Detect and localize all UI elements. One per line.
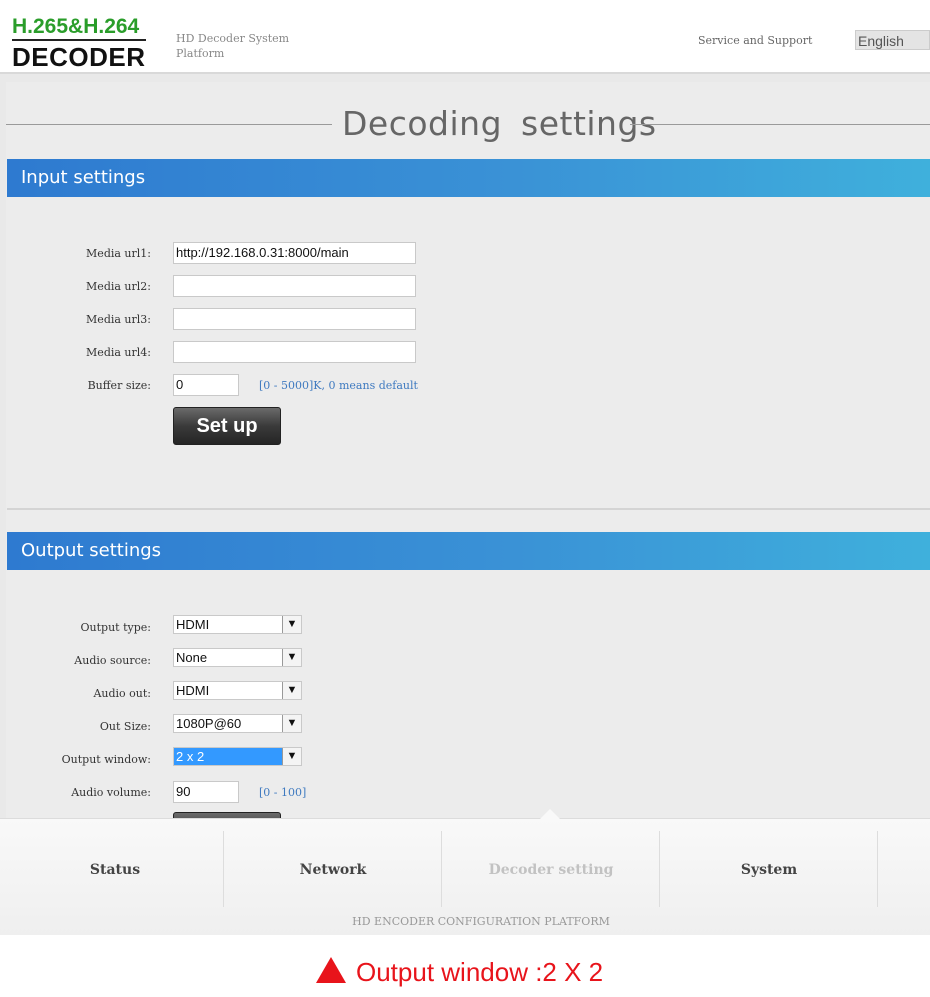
page-title-bar: Decoding settings (6, 102, 930, 143)
audio-source-select[interactable]: None ▼ (173, 648, 302, 667)
language-select[interactable]: English (855, 30, 930, 50)
logo-bottom: DECODER (12, 42, 146, 72)
audio-volume-hint: [0 - 100] (259, 786, 307, 799)
title-rule-right (630, 124, 930, 125)
buffer-size-input[interactable]: 0 (173, 374, 239, 396)
nav-separator (877, 831, 878, 907)
title-rule-left (6, 124, 332, 125)
output-settings-header: Output settings (7, 532, 930, 577)
output-window-select[interactable]: 2 x 2 ▼ (173, 747, 302, 766)
output-type-value: HDMI (176, 617, 210, 632)
logo-top: H.265&H.264 (12, 15, 140, 38)
nav-system[interactable]: System (660, 833, 878, 907)
output-window-value: 2 x 2 (174, 748, 284, 765)
output-window-label: Output window: (61, 753, 151, 766)
footer-text: HD ENCODER CONFIGURATION PLATFORM (352, 915, 610, 928)
service-support-link[interactable]: Service and Support (698, 34, 812, 47)
out-size-value: 1080P@60 (176, 716, 242, 731)
logo-divider (12, 39, 146, 41)
platform-line2: Platform (176, 47, 225, 60)
media-url1-input[interactable]: http://192.168.0.31:8000/main (173, 242, 416, 264)
output-type-label: Output type: (80, 621, 151, 634)
media-url2-label: Media url2: (86, 280, 151, 293)
input-settings-panel: Media url1: http://192.168.0.31:8000/mai… (7, 197, 930, 509)
audio-out-select[interactable]: HDMI ▼ (173, 681, 302, 700)
media-url1-label: Media url1: (86, 247, 151, 260)
buffer-size-hint: [0 - 5000]K, 0 means default (259, 379, 418, 392)
caption: Output window :2 X 2 (316, 957, 603, 993)
page-content: Decoding settings Input settings Media u… (6, 82, 930, 850)
input-settings-header: Input settings (7, 159, 930, 204)
platform-line1: HD Decoder System (176, 32, 290, 45)
media-url4-label: Media url4: (86, 346, 151, 359)
nav-status[interactable]: Status (6, 833, 224, 907)
panel-divider (7, 508, 930, 510)
out-size-label: Out Size: (99, 720, 151, 733)
buffer-size-label: Buffer size: (87, 379, 151, 392)
page-title: Decoding settings (342, 104, 657, 143)
page-body: Decoding settings Input settings Media u… (0, 74, 930, 850)
caption-text: Output window :2 X 2 (356, 957, 604, 987)
out-size-select[interactable]: 1080P@60 ▼ (173, 714, 302, 733)
audio-source-label: Audio source: (74, 654, 151, 667)
audio-volume-label: Audio volume: (71, 786, 151, 799)
output-settings-title: Output settings (21, 540, 162, 561)
active-pointer (540, 809, 560, 819)
audio-out-value: HDMI (176, 683, 210, 698)
header: H.265&H.264 DECODER HD Decoder System Pl… (0, 0, 930, 74)
platform-name: HD Decoder System Platform (176, 31, 306, 61)
nav-network[interactable]: Network (224, 833, 442, 907)
chevron-down-icon[interactable]: ▼ (282, 748, 301, 765)
media-url3-input[interactable] (173, 308, 416, 330)
chevron-down-icon[interactable]: ▼ (282, 616, 301, 633)
input-settings-title: Input settings (21, 167, 146, 188)
media-url2-input[interactable] (173, 275, 416, 297)
chevron-down-icon[interactable]: ▼ (282, 682, 301, 699)
logo: H.265&H.264 DECODER (12, 16, 146, 71)
warning-triangle-icon (316, 957, 346, 983)
audio-out-label: Audio out: (93, 687, 151, 700)
output-settings-panel: Output type: HDMI ▼ Audio source: None ▼… (7, 570, 930, 850)
output-type-select[interactable]: HDMI ▼ (173, 615, 302, 634)
nav-decoder-setting[interactable]: Decoder setting (442, 833, 660, 907)
media-url4-input[interactable] (173, 341, 416, 363)
chevron-down-icon[interactable]: ▼ (282, 715, 301, 732)
setup-button[interactable]: Set up (173, 407, 281, 445)
audio-volume-input[interactable]: 90 (173, 781, 239, 803)
audio-source-value: None (176, 650, 208, 665)
media-url3-label: Media url3: (86, 313, 151, 326)
chevron-down-icon[interactable]: ▼ (282, 649, 301, 666)
bottom-nav: Status Network Decoder setting System HD… (0, 809, 930, 935)
